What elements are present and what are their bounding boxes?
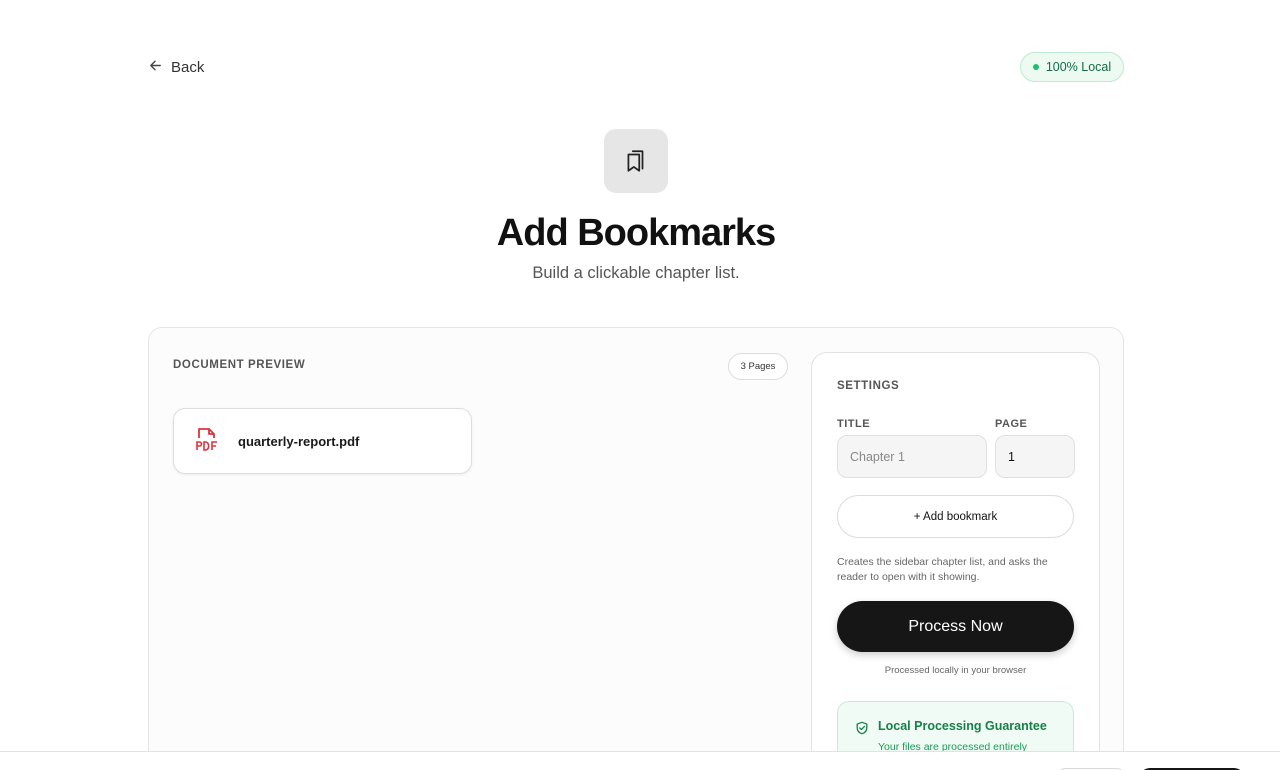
document-preview-label: DOCUMENT PREVIEW: [173, 359, 306, 371]
page-field-label: PAGE: [995, 418, 1028, 430]
page: Back 100% Local Add Bookmarks Build a cl…: [0, 0, 1280, 770]
local-badge-label: 100% Local: [1045, 60, 1112, 74]
process-now-button[interactable]: Process Now: [837, 601, 1074, 652]
back-label: Back: [171, 59, 205, 76]
process-note: Processed locally in your browser: [884, 665, 1027, 676]
pdf-file-icon: [194, 426, 220, 457]
arrow-left-icon: [148, 58, 163, 77]
page-subtitle: Build a clickable chapter list.: [532, 264, 740, 282]
bookmarks-icon: [604, 129, 668, 193]
bottom-action-bar: [0, 751, 1280, 770]
back-link[interactable]: Back: [148, 58, 204, 77]
settings-label: SETTINGS: [837, 380, 900, 392]
settings-hint: Creates the sidebar chapter list, and as…: [837, 556, 1048, 583]
status-dot-icon: [1032, 64, 1039, 70]
workspace-panel: DOCUMENT PREVIEW 3 Pages quarterly-repor…: [148, 327, 1124, 770]
page-title: Add Bookmarks: [496, 212, 776, 254]
bookmark-title-input[interactable]: [837, 435, 987, 478]
settings-panel: SETTINGS TITLE PAGE + Add bookmark Creat…: [811, 352, 1100, 770]
add-bookmark-button[interactable]: + Add bookmark: [837, 495, 1074, 538]
bookmark-page-input[interactable]: [995, 435, 1075, 478]
guarantee-title: Local Processing Guarantee: [878, 719, 1047, 733]
page-count-badge: 3 Pages: [728, 353, 788, 380]
file-name: quarterly-report.pdf: [238, 433, 360, 449]
title-field-label: TITLE: [837, 418, 871, 430]
file-card[interactable]: quarterly-report.pdf: [173, 408, 472, 474]
local-badge: 100% Local: [1020, 52, 1124, 82]
